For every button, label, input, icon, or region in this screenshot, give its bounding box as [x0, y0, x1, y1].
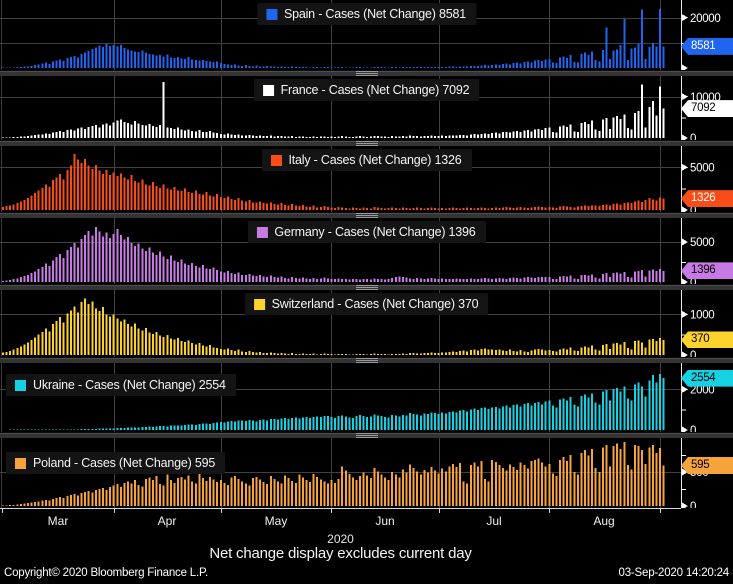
footer: Copyright© 2020 Bloomberg Finance L.P. 0…: [0, 562, 733, 584]
switzerland-latest-value-badge: 370: [681, 331, 733, 348]
chart-subtitle: Net change display excludes current day: [0, 545, 681, 562]
x-axis-line: [0, 508, 681, 509]
switzerland-legend[interactable]: Switzerland - Cases (Net Change) 370: [245, 293, 489, 315]
germany-latest-value-badge: 1396: [681, 262, 733, 279]
splitter-handle-icon[interactable]: [356, 433, 378, 438]
x-label-jun: Jun: [363, 514, 407, 528]
germany-panel: 50000 Germany - Cases (Net Change) 1396 …: [0, 218, 733, 284]
poland-legend-label: Poland - Cases (Net Change) 595: [33, 456, 215, 470]
poland-panel: 5000 Poland - Cases (Net Change) 595 595: [0, 438, 733, 508]
italy-latest-value-badge: 1326: [681, 190, 733, 207]
x-label-aug: Aug: [582, 514, 626, 528]
x-tick: [549, 509, 550, 513]
x-label-apr: Apr: [145, 514, 189, 528]
france-panel: 100000 France - Cases (Net Change) 7092 …: [0, 76, 733, 140]
poland-legend-swatch-icon: [15, 458, 26, 469]
x-tick: [2, 509, 3, 513]
bloomberg-chart-window: 20000 Spain - Cases (Net Change) 8581 85…: [0, 0, 733, 584]
france-latest-value-badge: 7092: [681, 100, 733, 117]
ukraine-panel: 20000 Ukraine - Cases (Net Change) 2554 …: [0, 363, 733, 432]
germany-legend-swatch-icon: [256, 227, 267, 238]
spain-latest-value-badge: 8581: [681, 38, 733, 55]
germany-legend-label: Germany - Cases (Net Change) 1396: [274, 225, 475, 239]
y-tick-label: 1000: [690, 310, 714, 322]
x-axis: Mar Apr May Jun Jul Aug: [0, 508, 733, 532]
x-label-jul: Jul: [472, 514, 516, 528]
x-tick: [439, 509, 440, 513]
x-tick: [660, 509, 661, 513]
y-tick-label: 0: [690, 350, 696, 357]
spain-panel: 20000 Spain - Cases (Net Change) 8581 85…: [0, 0, 733, 70]
x-label-mar: Mar: [36, 514, 80, 528]
splitter-handle-icon[interactable]: [356, 358, 378, 363]
ukraine-legend-label: Ukraine - Cases (Net Change) 2554: [33, 378, 226, 392]
poland-legend[interactable]: Poland - Cases (Net Change) 595: [6, 452, 225, 474]
ukraine-latest-value-badge: 2554: [681, 370, 733, 387]
spain-legend-label: Spain - Cases (Net Change) 8581: [284, 7, 466, 21]
germany-legend[interactable]: Germany - Cases (Net Change) 1396: [247, 221, 485, 243]
splitter-handle-icon[interactable]: [356, 141, 378, 146]
y-axis: 20000: [681, 0, 720, 70]
x-tick: [221, 509, 222, 513]
splitter-handle-icon[interactable]: [356, 213, 378, 218]
y-tick-label: 0: [690, 501, 696, 508]
y-tick-label: 0: [690, 425, 696, 432]
x-tick: [331, 509, 332, 513]
splitter-handle-icon[interactable]: [356, 285, 378, 290]
spain-legend-swatch-icon: [266, 9, 277, 20]
y-tick-label: 20000: [690, 13, 720, 25]
switzerland-panel: 1000 0 Switzerland - Cases (Net Change) 3…: [0, 290, 733, 357]
italy-legend[interactable]: Italy - Cases (Net Change) 1326: [261, 149, 471, 171]
switzerland-legend-swatch-icon: [254, 299, 265, 310]
italy-panel: 50000 Italy - Cases (Net Change) 1326 13…: [0, 146, 733, 212]
y-tick-label: 0: [690, 133, 696, 140]
y-tick-label: 5000: [690, 237, 714, 249]
france-legend-label: France - Cases (Net Change) 7092: [281, 83, 470, 97]
poland-latest-value-badge: 595: [681, 457, 733, 474]
x-tick: [114, 509, 115, 513]
timestamp-text: 03-Sep-2020 14:20:24: [619, 567, 729, 579]
france-legend[interactable]: France - Cases (Net Change) 7092: [254, 79, 480, 101]
y-tick-label: 5000: [690, 163, 714, 175]
ukraine-legend[interactable]: Ukraine - Cases (Net Change) 2554: [6, 374, 236, 396]
x-label-may: May: [254, 514, 298, 528]
ukraine-legend-swatch-icon: [15, 380, 26, 391]
splitter-handle-icon[interactable]: [356, 71, 378, 76]
italy-legend-swatch-icon: [270, 155, 281, 166]
switzerland-legend-label: Switzerland - Cases (Net Change) 370: [272, 297, 479, 311]
copyright-text: Copyright© 2020 Bloomberg Finance L.P.: [4, 567, 208, 579]
spain-legend[interactable]: Spain - Cases (Net Change) 8581: [257, 3, 476, 25]
x-axis-year-label: 2020: [0, 532, 681, 545]
italy-legend-label: Italy - Cases (Net Change) 1326: [288, 153, 461, 167]
france-legend-swatch-icon: [263, 85, 274, 96]
